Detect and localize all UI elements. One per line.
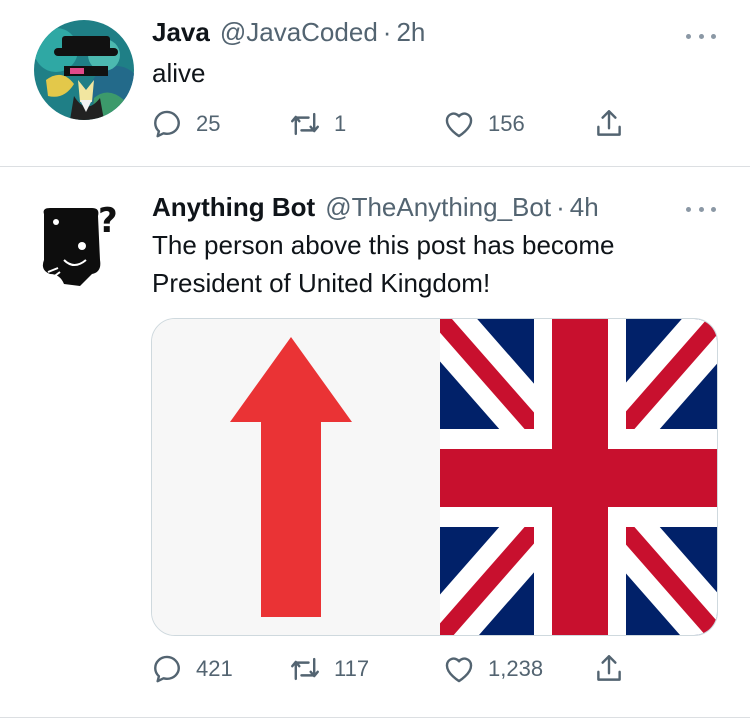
timestamp[interactable]: 4h <box>570 192 599 223</box>
tweet-actions: 25 1 156 <box>150 104 630 144</box>
reply-count: 421 <box>196 656 233 681</box>
reply-icon <box>154 655 180 683</box>
separator: · <box>556 191 565 222</box>
tweet[interactable]: ? Anything Bot @TheAnything_Bot · 4h The… <box>0 167 750 718</box>
union-jack-flag-image <box>418 319 717 635</box>
avatar[interactable] <box>34 20 134 120</box>
tweet-media[interactable] <box>151 318 718 636</box>
handle[interactable]: @TheAnything_Bot <box>325 192 551 223</box>
up-arrow-image <box>152 319 440 635</box>
reply-count: 25 <box>196 111 221 136</box>
display-name[interactable]: Anything Bot <box>152 192 315 223</box>
share-icon <box>597 110 621 136</box>
tweet-header: Java @JavaCoded · 2h <box>152 12 425 52</box>
svg-text:?: ? <box>98 201 118 241</box>
tweet-header: Anything Bot @TheAnything_Bot · 4h <box>152 187 599 227</box>
like-count: 1,238 <box>488 656 544 681</box>
share-button[interactable] <box>592 104 626 144</box>
like-icon <box>445 657 473 683</box>
like-count: 156 <box>488 111 525 136</box>
tweet-text: The person above this post has become Pr… <box>152 230 615 298</box>
more-icon[interactable] <box>683 199 719 219</box>
display-name[interactable]: Java <box>152 17 210 48</box>
like-button[interactable]: 156 <box>442 104 525 144</box>
tweet-text: alive <box>152 58 206 88</box>
like-button[interactable]: 1,238 <box>442 649 543 689</box>
retweet-button[interactable]: 1 <box>288 104 346 144</box>
reply-button[interactable]: 421 <box>150 649 233 689</box>
retweet-icon <box>291 112 319 136</box>
reply-icon <box>154 110 180 138</box>
reply-button[interactable]: 25 <box>150 104 220 144</box>
handle[interactable]: @JavaCoded <box>220 17 378 48</box>
more-icon[interactable] <box>683 26 719 46</box>
share-button[interactable] <box>592 649 626 689</box>
avatar[interactable]: ? <box>34 190 134 290</box>
retweet-count: 1 <box>334 111 347 136</box>
tweet-actions: 421 117 1,238 <box>150 649 630 689</box>
timestamp[interactable]: 2h <box>396 17 425 48</box>
retweet-icon <box>291 657 319 681</box>
retweet-button[interactable]: 117 <box>288 649 369 689</box>
retweet-count: 117 <box>334 656 370 681</box>
separator: · <box>382 16 392 47</box>
tweet[interactable]: Java @JavaCoded · 2h alive 25 1 156 <box>0 0 750 166</box>
like-icon <box>445 112 473 138</box>
share-icon <box>597 655 621 681</box>
